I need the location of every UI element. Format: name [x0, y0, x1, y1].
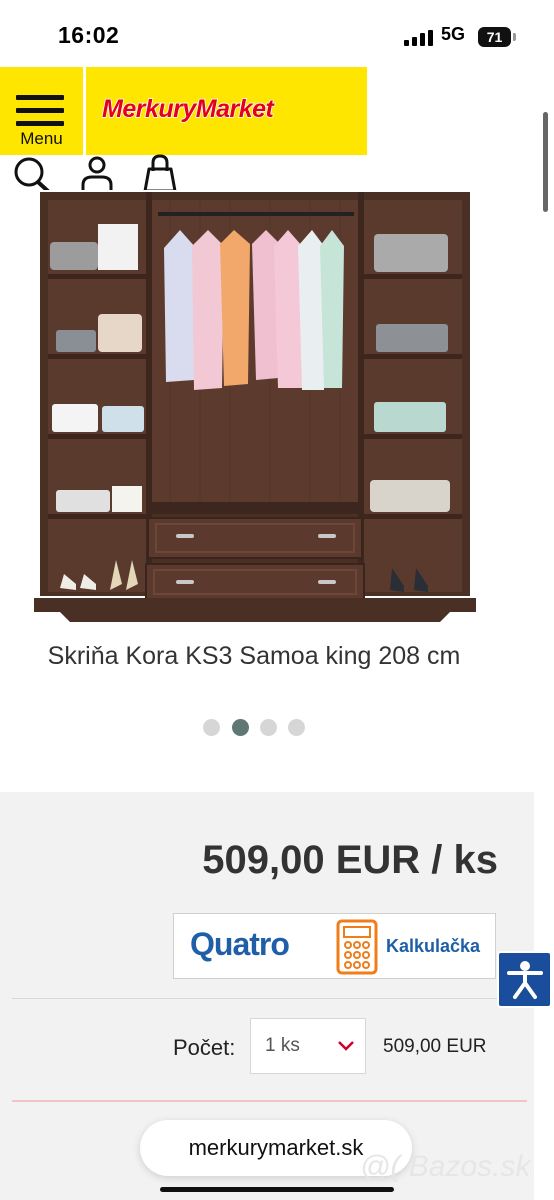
quatro-logo: Quatro	[190, 926, 290, 962]
logo-text: MerkuryMarket	[101, 94, 274, 124]
menu-label: Menu	[20, 129, 63, 148]
product-title: Skriňa Kora KS3 Samoa king 208 cm	[47, 642, 461, 670]
quantity-select[interactable]: 1 ks	[250, 1018, 366, 1074]
red-divider	[12, 1100, 527, 1102]
product-price: 509,00 EUR / ks	[202, 838, 498, 882]
carousel-dot[interactable]	[288, 719, 305, 736]
carousel-dot-active[interactable]	[232, 719, 249, 736]
chevron-down-icon	[338, 1041, 354, 1051]
quantity-value: 1 ks	[265, 1035, 300, 1056]
watermark: @( Bazos.sk	[360, 1150, 531, 1183]
status-time: 16:02	[58, 22, 120, 48]
product-image[interactable]	[30, 190, 480, 622]
network-type: 5G	[441, 24, 466, 44]
scrollbar[interactable]	[543, 112, 548, 212]
image-carousel-dots	[203, 719, 313, 739]
divider	[12, 998, 527, 999]
search-icon[interactable]	[10, 155, 54, 195]
accessibility-button[interactable]	[497, 951, 552, 1008]
carousel-dot[interactable]	[260, 719, 277, 736]
accessibility-icon	[507, 961, 543, 999]
quatro-calculator-button[interactable]: Quatro Kalkulačka	[173, 913, 496, 979]
quantity-total: 509,00 EUR	[383, 1036, 487, 1057]
home-indicator[interactable]	[160, 1187, 394, 1192]
quantity-label: Počet:	[173, 1035, 236, 1060]
signal-icon	[404, 30, 433, 46]
battery-level: 71	[478, 27, 511, 47]
calculator-label: Kalkulačka	[386, 936, 481, 956]
calculator-icon	[336, 919, 378, 975]
hamburger-icon	[16, 95, 64, 131]
cart-bag-icon[interactable]	[140, 153, 180, 193]
site-logo[interactable]: MerkuryMarket	[86, 67, 367, 155]
battery-icon: 71	[478, 27, 516, 47]
carousel-dot[interactable]	[203, 719, 220, 736]
user-icon[interactable]	[80, 155, 114, 193]
